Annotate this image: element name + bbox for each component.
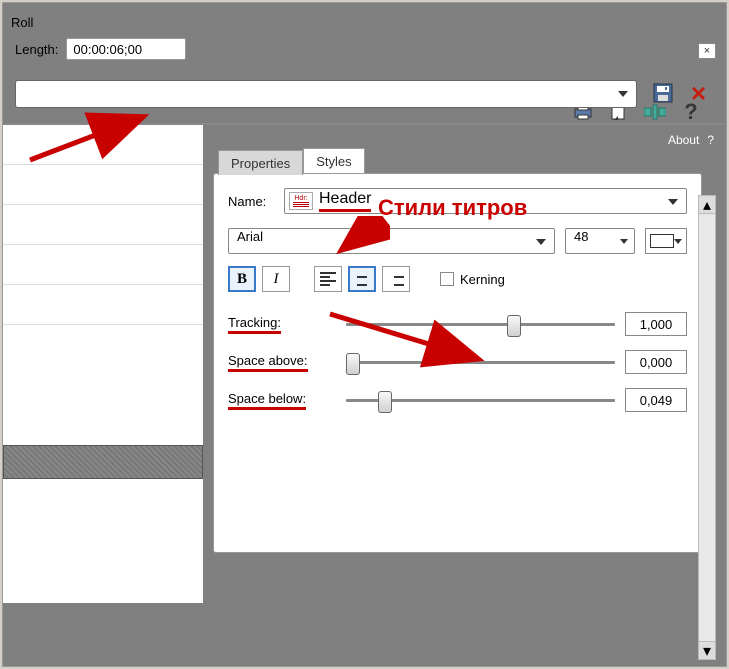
space-below-slider[interactable] (346, 390, 615, 410)
length-row: Length: (9, 34, 720, 70)
tracking-row: Tracking: (228, 312, 687, 336)
window-frame: Roll Length: ? × (2, 2, 727, 667)
style-name-value: Header (319, 190, 371, 212)
space-above-input[interactable] (625, 350, 687, 374)
space-above-label: Space above: (228, 353, 336, 372)
scrollbar-up-arrow[interactable]: ▴ (699, 196, 715, 214)
length-input[interactable] (66, 38, 186, 60)
help-icon[interactable]: ? (680, 101, 702, 123)
italic-button[interactable]: I (262, 266, 290, 292)
align-right-button[interactable] (382, 266, 410, 292)
space-above-slider[interactable] (346, 352, 615, 372)
vertical-scrollbar[interactable]: ▴ ▾ (698, 195, 716, 660)
align-left-button[interactable] (314, 266, 342, 292)
space-below-input[interactable] (625, 388, 687, 412)
content-area: About ? Properties Styles Name: Hdr: Hea… (3, 123, 726, 603)
name-label: Name: (228, 194, 284, 209)
kerning-checkbox[interactable] (440, 272, 454, 286)
tracking-input[interactable] (625, 312, 687, 336)
tab-styles[interactable]: Styles (303, 148, 364, 173)
font-family-dropdown[interactable]: Arial (228, 228, 555, 254)
tracking-label: Tracking: (228, 315, 336, 334)
annotation-styles-title: Стили титров (378, 195, 527, 221)
hatched-block (3, 445, 203, 479)
length-label: Length: (15, 42, 58, 57)
tab-properties[interactable]: Properties (218, 150, 303, 175)
list-item (3, 125, 203, 165)
styles-panel: Properties Styles Name: Hdr: Header Aria… (213, 173, 702, 553)
kerning-label: Kerning (460, 272, 505, 287)
space-above-row: Space above: (228, 350, 687, 374)
space-below-row: Space below: (228, 388, 687, 412)
about-link[interactable]: About (668, 133, 699, 147)
kerning-group: Kerning (440, 272, 505, 287)
font-row: Arial 48 (228, 228, 687, 254)
align-center-button[interactable] (348, 266, 376, 292)
font-size-dropdown[interactable]: 48 (565, 228, 635, 254)
tracking-slider[interactable] (346, 314, 615, 334)
list-item (3, 205, 203, 245)
scrollbar-down-arrow[interactable]: ▾ (699, 641, 715, 659)
list-item (3, 165, 203, 205)
main-dropdown[interactable] (15, 80, 637, 108)
split-icon[interactable] (644, 101, 666, 123)
list-item (3, 245, 203, 285)
window-title: Roll (9, 7, 720, 34)
close-icon[interactable] (698, 43, 716, 59)
font-color-swatch[interactable] (645, 228, 687, 254)
space-below-label: Space below: (228, 391, 336, 410)
left-column (3, 125, 203, 603)
format-row: B I Kerning (228, 266, 687, 292)
top-toolbar-area: Roll Length: ? × (3, 3, 726, 123)
tab-strip: Properties Styles (218, 148, 365, 173)
list-item (3, 285, 203, 325)
panel-help-icon[interactable]: ? (707, 133, 714, 147)
bold-button[interactable]: B (228, 266, 256, 292)
header-style-icon: Hdr: (289, 192, 313, 210)
